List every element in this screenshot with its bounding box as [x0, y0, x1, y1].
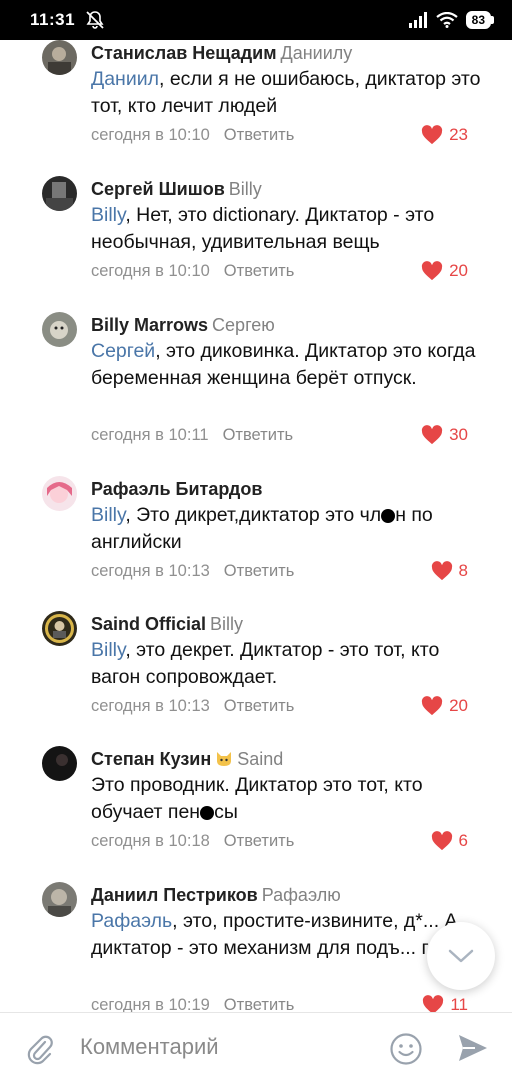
- comment-mention[interactable]: Рафаэль: [91, 910, 172, 932]
- comment-mention[interactable]: Сергей: [91, 340, 155, 362]
- reply-button[interactable]: Ответить: [224, 126, 295, 144]
- like-count: 20: [449, 261, 468, 280]
- comment-meta: сегодня в 10:11 Ответить 30: [91, 424, 490, 446]
- heart-icon: [431, 561, 452, 581]
- avatar[interactable]: [42, 476, 77, 511]
- like-button[interactable]: 30: [421, 424, 468, 446]
- reply-button[interactable]: Ответить: [224, 832, 295, 850]
- like-button[interactable]: 8: [431, 560, 468, 582]
- reply-button[interactable]: Ответить: [223, 426, 294, 444]
- censor-dot: [200, 805, 215, 820]
- cat-emoji-icon: [217, 752, 232, 766]
- comment-author[interactable]: Станислав Нещадим: [91, 43, 277, 63]
- like-count: 30: [449, 425, 468, 444]
- comment-text: Даниил, если я не ошибаюсь, диктатор это…: [91, 68, 481, 117]
- comment-reply-to[interactable]: Даниилу: [281, 43, 353, 63]
- avatar[interactable]: [42, 611, 77, 646]
- comment-author[interactable]: Рафаэль Битардов: [91, 479, 262, 499]
- comment-author[interactable]: Даниил Пестриков: [91, 885, 258, 905]
- comment-author[interactable]: Степан Кузин: [91, 749, 211, 769]
- like-button[interactable]: 11: [422, 994, 468, 1012]
- chevron-down-icon: [448, 949, 474, 963]
- comment-meta: сегодня в 10:19 Ответить 11: [91, 994, 490, 1012]
- censor-dot: [381, 508, 396, 523]
- like-button[interactable]: 20: [421, 695, 468, 717]
- comment-time: сегодня в 10:13: [91, 562, 210, 580]
- comment-author[interactable]: Сергей Шишов: [91, 179, 225, 199]
- avatar[interactable]: [42, 746, 77, 781]
- reply-button[interactable]: Ответить: [224, 996, 295, 1012]
- like-count: 20: [449, 696, 468, 715]
- comment-reply-to[interactable]: Billy: [229, 179, 262, 199]
- paperclip-icon[interactable]: [24, 1033, 56, 1065]
- like-count: 11: [450, 995, 468, 1012]
- send-icon[interactable]: [457, 1033, 489, 1063]
- comment-text: Это проводник. Диктатор это тот, кто обу…: [91, 774, 423, 823]
- signal-icon: [408, 12, 427, 28]
- comment-reply-to[interactable]: Billy: [210, 614, 243, 634]
- comment-meta: сегодня в 10:13 Ответить 20: [91, 695, 490, 717]
- heart-icon: [421, 425, 443, 445]
- like-count: 23: [449, 125, 468, 144]
- comment-text: Сергей, это диковинка. Диктатор это когд…: [91, 340, 476, 389]
- heart-icon: [421, 261, 443, 281]
- comment-meta: сегодня в 10:13 Ответить 8: [91, 560, 490, 582]
- comment-author[interactable]: Saind Official: [91, 614, 206, 634]
- comment-text: Billy, это декрет. Диктатор - это тот, к…: [91, 639, 440, 688]
- comment-time: сегодня в 10:10: [91, 262, 210, 280]
- heart-icon: [421, 125, 443, 145]
- comment-meta: сегодня в 10:10 Ответить 20: [91, 260, 490, 282]
- battery-level: 83: [465, 11, 491, 29]
- wifi-icon: [435, 12, 458, 28]
- bell-off-icon: [86, 11, 104, 29]
- battery-icon: 83: [465, 11, 494, 29]
- comment-reply-to[interactable]: Рафаэлю: [262, 885, 341, 905]
- comment-text: Billy, Нет, это dictionary. Диктатор - э…: [91, 204, 435, 253]
- avatar[interactable]: [42, 312, 77, 347]
- comment-mention[interactable]: Billy: [91, 504, 125, 526]
- smile-icon[interactable]: [389, 1032, 423, 1066]
- heart-icon: [421, 696, 443, 716]
- like-button[interactable]: 23: [421, 124, 468, 146]
- avatar[interactable]: [42, 176, 77, 211]
- like-count: 6: [458, 831, 468, 850]
- comment-time: сегодня в 10:11: [91, 426, 209, 444]
- comment-time: сегодня в 10:13: [91, 697, 210, 715]
- avatar[interactable]: [42, 40, 77, 75]
- comment-reply-to[interactable]: Сергею: [212, 315, 275, 335]
- comment-input[interactable]: [80, 1029, 370, 1065]
- comment-meta: сегодня в 10:10 Ответить 23: [91, 124, 490, 146]
- comment-text: Billy, Это дикрет,диктатор это чл н по ан…: [91, 504, 433, 553]
- reply-button[interactable]: Ответить: [224, 262, 295, 280]
- heart-icon: [431, 831, 452, 851]
- heart-icon: [423, 995, 444, 1012]
- comment-input-bar: [0, 1012, 512, 1080]
- status-bar: 11:31 83: [0, 0, 512, 40]
- comment-mention[interactable]: Billy: [91, 639, 125, 661]
- comment-mention[interactable]: Billy: [91, 204, 125, 226]
- like-button[interactable]: 6: [431, 830, 468, 852]
- comment-time: сегодня в 10:18: [91, 832, 210, 850]
- comment-mention[interactable]: Даниил: [91, 68, 159, 90]
- reply-button[interactable]: Ответить: [224, 697, 295, 715]
- avatar[interactable]: [42, 882, 77, 917]
- reply-button[interactable]: Ответить: [224, 562, 295, 580]
- status-time: 11:31: [30, 10, 76, 29]
- comment-time: сегодня в 10:10: [91, 126, 210, 144]
- comment-time: сегодня в 10:19: [91, 996, 210, 1012]
- comment-author[interactable]: Billy Marrows: [91, 315, 208, 335]
- like-button[interactable]: 20: [421, 260, 468, 282]
- comments-feed[interactable]: Станислав Нещадим Даниилу Даниил, если я …: [0, 40, 512, 1012]
- comment-meta: сегодня в 10:18 Ответить 6: [91, 830, 490, 852]
- comment-reply-to[interactable]: Saind: [237, 749, 283, 769]
- scroll-down-button[interactable]: [427, 922, 495, 990]
- like-count: 8: [458, 561, 468, 580]
